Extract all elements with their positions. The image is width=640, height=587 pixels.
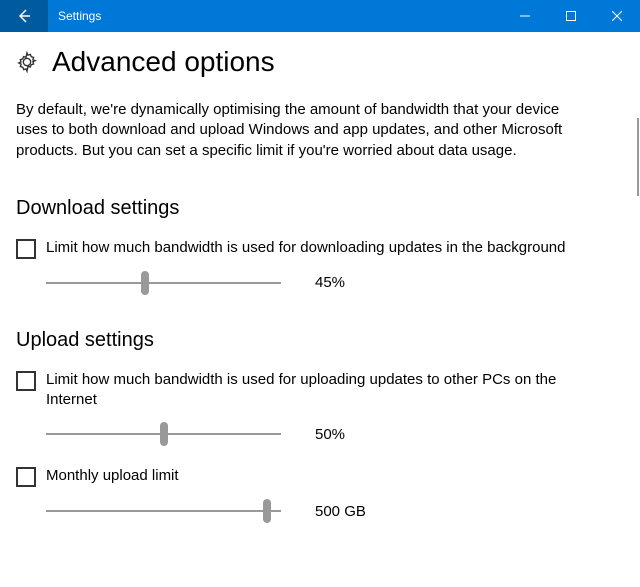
page-description: By default, we're dynamically optimising… (16, 100, 576, 161)
page-header: Advanced options (16, 46, 624, 78)
slider-track (46, 282, 281, 284)
upload-limit-label: Limit how much bandwidth is used for upl… (46, 370, 606, 411)
maximize-icon (566, 11, 576, 21)
back-button[interactable] (0, 0, 48, 32)
monthly-limit-row: Monthly upload limit (16, 466, 624, 487)
maximize-button[interactable] (548, 0, 594, 32)
content-area: Advanced options By default, we're dynam… (0, 32, 640, 587)
download-limit-label: Limit how much bandwidth is used for dow… (46, 238, 566, 258)
slider-track (46, 510, 281, 512)
upload-slider-row: 50% (46, 422, 624, 446)
arrow-left-icon (16, 8, 32, 24)
monthly-limit-label: Monthly upload limit (46, 466, 179, 486)
window-controls (502, 0, 640, 32)
upload-limit-checkbox[interactable] (16, 371, 36, 391)
monthly-limit-checkbox[interactable] (16, 467, 36, 487)
minimize-button[interactable] (502, 0, 548, 32)
download-section-heading: Download settings (16, 197, 624, 220)
upload-limit-row: Limit how much bandwidth is used for upl… (16, 370, 624, 411)
slider-thumb[interactable] (263, 499, 271, 523)
upload-slider-value: 50% (315, 426, 345, 443)
download-slider-value: 45% (315, 274, 345, 291)
window-title: Settings (48, 9, 502, 23)
titlebar: Settings (0, 0, 640, 32)
scrollbar[interactable] (637, 118, 639, 196)
download-slider-row: 45% (46, 271, 624, 295)
close-icon (612, 11, 622, 21)
upload-bandwidth-slider[interactable] (46, 422, 281, 446)
gear-icon (16, 51, 38, 73)
page-title: Advanced options (52, 46, 275, 78)
download-limit-row: Limit how much bandwidth is used for dow… (16, 238, 624, 259)
upload-section-heading: Upload settings (16, 329, 624, 352)
monthly-slider-row: 500 GB (46, 499, 624, 523)
download-bandwidth-slider[interactable] (46, 271, 281, 295)
monthly-slider-value: 500 GB (315, 503, 366, 520)
slider-thumb[interactable] (160, 422, 168, 446)
monthly-upload-slider[interactable] (46, 499, 281, 523)
slider-thumb[interactable] (141, 271, 149, 295)
close-button[interactable] (594, 0, 640, 32)
minimize-icon (520, 11, 530, 21)
download-limit-checkbox[interactable] (16, 239, 36, 259)
